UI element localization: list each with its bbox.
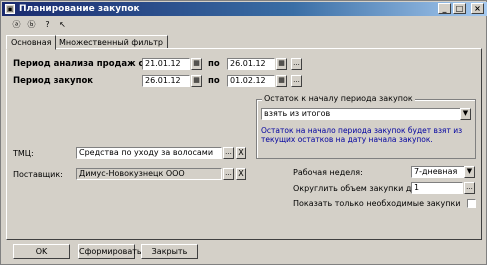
purchase-to-field[interactable]: 01.02.12 bbox=[227, 75, 275, 87]
remainder-note: Остаток на начало периода закупок будет … bbox=[261, 126, 463, 144]
tmc-select-button[interactable]: ... bbox=[223, 147, 234, 159]
purchase-from-field[interactable]: 26.01.12 bbox=[142, 75, 190, 87]
purchase-to-calendar-icon[interactable]: ▦ bbox=[276, 75, 287, 87]
supplier-field[interactable]: Димус-Новокузнецк ООО bbox=[76, 168, 222, 180]
only-needed-checkbox[interactable] bbox=[467, 199, 476, 208]
window-title: Планирование закупок bbox=[19, 4, 140, 14]
supplier-label: Поставщик: bbox=[13, 170, 63, 179]
supplier-select-button[interactable]: ... bbox=[223, 168, 234, 180]
tool-1-icon[interactable]: ⓐ bbox=[10, 18, 23, 31]
purchase-to-label: по bbox=[208, 76, 220, 86]
minimize-button[interactable]: _ bbox=[438, 3, 451, 14]
sales-from-field[interactable]: 21.01.12 bbox=[142, 58, 190, 70]
sales-period-select-button[interactable]: ... bbox=[291, 58, 302, 70]
round-select-button[interactable]: ... bbox=[464, 182, 475, 194]
tmc-field[interactable]: Средства по уходу за волосами bbox=[76, 147, 222, 159]
app-icon: ▣ bbox=[5, 4, 15, 14]
tmc-clear-button[interactable]: X bbox=[236, 147, 246, 159]
tab-multi-filter[interactable]: Множественный фильтр bbox=[54, 35, 168, 49]
sales-to-label: по bbox=[208, 59, 220, 69]
remainder-group-title: Остаток к началу периода закупок bbox=[262, 94, 415, 104]
remainder-group: Остаток к началу периода закупок взять и… bbox=[256, 94, 476, 159]
tmc-label: ТМЦ: bbox=[13, 149, 34, 158]
work-week-dropdown-icon[interactable]: ▼ bbox=[464, 166, 475, 178]
help-icon[interactable]: ? bbox=[41, 18, 54, 31]
sales-to-calendar-icon[interactable]: ▦ bbox=[276, 58, 287, 70]
work-week-label: Рабочая неделя: bbox=[293, 168, 363, 177]
purchase-from-calendar-icon[interactable]: ▦ bbox=[191, 75, 202, 87]
purchase-period-select-button[interactable]: ... bbox=[291, 75, 302, 87]
sales-from-calendar-icon[interactable]: ▦ bbox=[191, 58, 202, 70]
round-label: Округлить объем закупки до: bbox=[293, 184, 420, 193]
maximize-button[interactable]: □ bbox=[453, 3, 466, 14]
tab-main[interactable]: Основная bbox=[6, 35, 57, 50]
round-field[interactable]: 1 bbox=[411, 182, 463, 194]
purchase-period-label: Период закупок bbox=[13, 76, 94, 86]
sales-to-field[interactable]: 26.01.12 bbox=[227, 58, 275, 70]
tool-2-icon[interactable]: ⓑ bbox=[25, 18, 38, 31]
remainder-dropdown-icon[interactable]: ▼ bbox=[460, 108, 471, 120]
sales-period-label: Период анализа продаж с bbox=[13, 59, 144, 69]
ok-button[interactable]: OK bbox=[13, 244, 70, 259]
planning-window: ▣ Планирование закупок _ □ × ⓐ ⓑ ? ↖ Осн… bbox=[0, 0, 487, 265]
titlebar[interactable]: ▣ Планирование закупок _ □ × bbox=[2, 2, 487, 16]
close-form-button[interactable]: Закрыть bbox=[141, 244, 198, 259]
supplier-clear-button[interactable]: X bbox=[236, 168, 246, 180]
close-button[interactable]: × bbox=[471, 3, 484, 14]
toolbar: ⓐ ⓑ ? ↖ bbox=[3, 18, 486, 34]
remainder-select[interactable]: взять из итогов bbox=[261, 108, 471, 120]
tab-strip: Основная Множественный фильтр bbox=[6, 35, 482, 50]
only-needed-label: Показать только необходимые закупки bbox=[293, 199, 461, 208]
pointer-icon[interactable]: ↖ bbox=[56, 18, 69, 31]
generate-button[interactable]: Сформировать bbox=[78, 244, 142, 259]
